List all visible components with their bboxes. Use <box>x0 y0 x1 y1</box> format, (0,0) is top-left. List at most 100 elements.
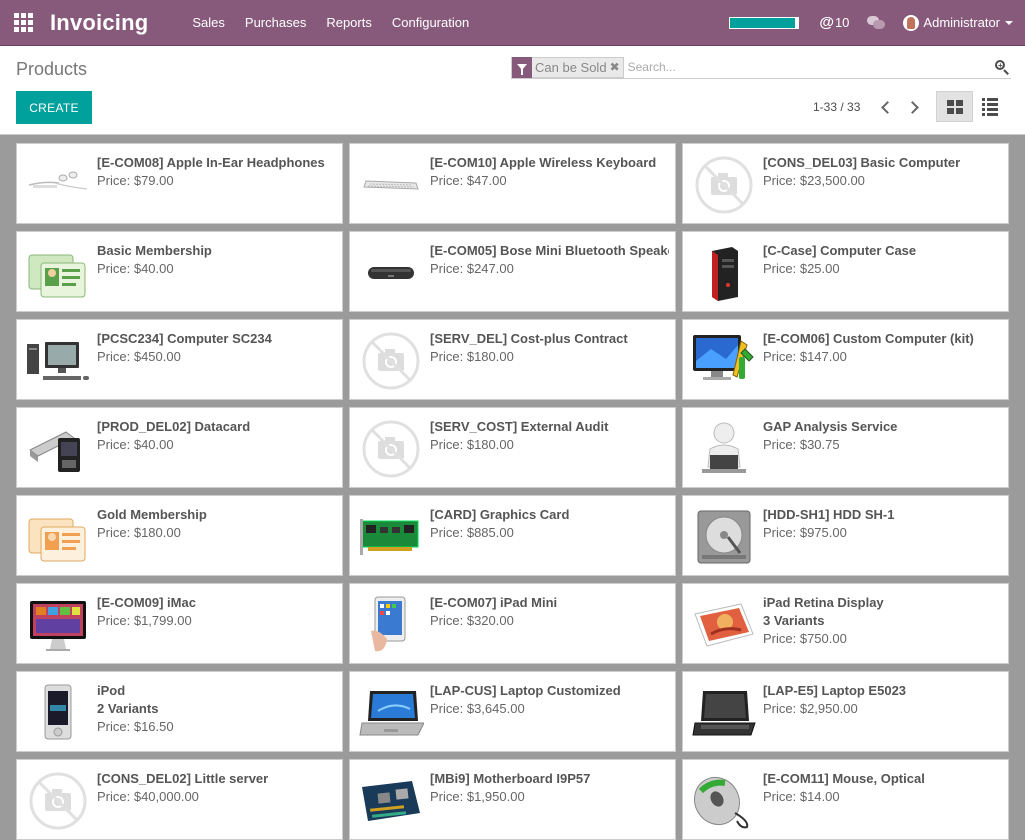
speaker-icon <box>356 238 426 308</box>
ipad-retina-icon <box>689 590 759 660</box>
list-view-button[interactable] <box>975 91 1005 122</box>
product-price: Price: $40.00 <box>97 437 174 452</box>
product-card[interactable]: GAP Analysis Service Price: $30.75 <box>682 407 1009 488</box>
product-name: [LAP-E5] Laptop E5023 <box>763 683 907 698</box>
product-card[interactable]: [E-COM11] Mouse, Optical Price: $14.00 <box>682 759 1009 840</box>
systray: @ 10 Administrator <box>729 0 1025 46</box>
kanban-view: [E-COM08] Apple In-Ear Headphones Price: … <box>0 135 1025 840</box>
search-bar: Can be Sold ✖ + <box>511 56 1011 79</box>
messages-button[interactable]: @ 10 <box>819 14 849 31</box>
product-name: [C-Case] Computer Case <box>763 243 917 258</box>
product-price: Price: $885.00 <box>430 525 514 540</box>
product-price: Price: $25.00 <box>763 261 840 276</box>
membership-green-icon <box>23 238 93 308</box>
product-info: [SERV_COST] External Audit Price: $180.00 <box>430 418 669 454</box>
product-info: [E-COM08] Apple In-Ear Headphones Price: … <box>97 154 336 190</box>
chat-icon[interactable] <box>867 15 886 30</box>
product-info: [LAP-CUS] Laptop Customized Price: $3,645… <box>430 682 669 718</box>
menu-configuration[interactable]: Configuration <box>382 0 479 46</box>
no-image-icon <box>689 150 759 220</box>
menu-reports[interactable]: Reports <box>316 0 382 46</box>
product-card[interactable]: Basic Membership Price: $40.00 <box>16 231 343 312</box>
product-card[interactable]: [MBi9] Motherboard I9P57 Price: $1,950.00 <box>349 759 676 840</box>
product-info: GAP Analysis Service Price: $30.75 <box>763 418 1002 454</box>
product-card[interactable]: Gold Membership Price: $180.00 <box>16 495 343 576</box>
product-card[interactable]: iPod 2 Variants Price: $16.50 <box>16 671 343 752</box>
product-info: [CONS_DEL03] Basic Computer Price: $23,50… <box>763 154 1002 190</box>
list-icon <box>982 97 998 116</box>
product-card[interactable]: [E-COM08] Apple In-Ear Headphones Price: … <box>16 143 343 224</box>
product-variants: 3 Variants <box>763 613 825 628</box>
product-card[interactable]: [E-COM05] Bose Mini Bluetooth Speaker Pri… <box>349 231 676 312</box>
computer-case-icon <box>689 238 759 308</box>
product-card[interactable]: [PROD_DEL02] Datacard Price: $40.00 <box>16 407 343 488</box>
product-card[interactable]: [E-COM09] iMac Price: $1,799.00 <box>16 583 343 664</box>
user-menu[interactable]: Administrator <box>903 14 1013 31</box>
no-image-icon <box>356 326 426 396</box>
product-info: [PCSC234] Computer SC234 Price: $450.00 <box>97 330 336 366</box>
product-info: iPad Retina Display 3 Variants Price: $750… <box>763 594 1002 648</box>
at-icon: @ <box>819 14 834 31</box>
product-price: Price: $180.00 <box>430 349 514 364</box>
product-card[interactable]: [E-COM10] Apple Wireless Keyboard Price: … <box>349 143 676 224</box>
search-options-icon[interactable]: + <box>993 58 1011 76</box>
pager-value[interactable]: 1-33 / 33 <box>813 100 860 114</box>
filter-facet[interactable]: Can be Sold ✖ <box>511 56 624 78</box>
product-price: Price: $40,000.00 <box>97 789 199 804</box>
product-card[interactable]: [LAP-CUS] Laptop Customized Price: $3,645… <box>349 671 676 752</box>
product-card[interactable]: [C-Case] Computer Case Price: $25.00 <box>682 231 1009 312</box>
product-price: Price: $79.00 <box>97 173 174 188</box>
laptop-blue-icon <box>356 678 426 748</box>
product-card[interactable]: iPad Retina Display 3 Variants Price: $750… <box>682 583 1009 664</box>
filter-icon <box>512 56 532 78</box>
product-info: [E-COM07] iPad Mini Price: $320.00 <box>430 594 669 630</box>
product-card[interactable]: [E-COM06] Custom Computer (kit) Price: $1… <box>682 319 1009 400</box>
product-name: [MBi9] Motherboard I9P57 <box>430 771 591 786</box>
imac-icon <box>23 590 93 660</box>
product-card[interactable]: [SERV_COST] External Audit Price: $180.00 <box>349 407 676 488</box>
graphics-card-icon <box>356 502 426 572</box>
product-name: [CONS_DEL03] Basic Computer <box>763 155 961 170</box>
apps-menu-icon[interactable] <box>0 0 46 46</box>
product-card[interactable]: [CARD] Graphics Card Price: $885.00 <box>349 495 676 576</box>
product-name: [E-COM08] Apple In-Ear Headphones <box>97 155 325 170</box>
product-name: [E-COM07] iPad Mini <box>430 595 558 610</box>
menu-sales[interactable]: Sales <box>182 0 235 46</box>
product-card[interactable]: [E-COM07] iPad Mini Price: $320.00 <box>349 583 676 664</box>
product-info: [CARD] Graphics Card Price: $885.00 <box>430 506 669 542</box>
product-info: [SERV_DEL] Cost-plus Contract Price: $180… <box>430 330 669 366</box>
progress-bar <box>729 16 800 29</box>
product-name: Basic Membership <box>97 243 212 258</box>
pager-next-icon[interactable] <box>905 98 925 118</box>
hdd-icon <box>689 502 759 572</box>
product-info: [C-Case] Computer Case Price: $25.00 <box>763 242 1002 278</box>
product-price: Price: $23,500.00 <box>763 173 865 188</box>
product-price: Price: $180.00 <box>430 437 514 452</box>
product-card[interactable]: [CONS_DEL03] Basic Computer Price: $23,50… <box>682 143 1009 224</box>
product-card[interactable]: [PCSC234] Computer SC234 Price: $450.00 <box>16 319 343 400</box>
product-info: [E-COM05] Bose Mini Bluetooth Speaker Pri… <box>430 242 669 278</box>
messages-count: 10 <box>834 15 850 30</box>
product-price: Price: $2,950.00 <box>763 701 858 716</box>
product-info: [LAP-E5] Laptop E5023 Price: $2,950.00 <box>763 682 1002 718</box>
pager-previous-icon[interactable] <box>876 98 896 118</box>
search-input[interactable] <box>627 60 993 74</box>
membership-gold-icon <box>23 502 93 572</box>
datacard-icon <box>23 414 93 484</box>
product-card[interactable]: [LAP-E5] Laptop E5023 Price: $2,950.00 <box>682 671 1009 752</box>
top-navbar: Invoicing Sales Purchases Reports Config… <box>0 0 1025 46</box>
product-card[interactable]: [HDD-SH1] HDD SH-1 Price: $975.00 <box>682 495 1009 576</box>
product-name: [SERV_DEL] Cost-plus Contract <box>430 331 628 346</box>
product-card[interactable]: [CONS_DEL02] Little server Price: $40,000… <box>16 759 343 840</box>
user-name: Administrator <box>923 15 1000 30</box>
remove-facet-icon[interactable]: ✖ <box>610 60 623 74</box>
menu-purchases[interactable]: Purchases <box>235 0 316 46</box>
kanban-view-button[interactable] <box>936 91 973 122</box>
product-name: iPod <box>97 683 126 698</box>
no-image-icon <box>356 414 426 484</box>
gap-analysis-icon <box>689 414 759 484</box>
product-card[interactable]: [SERV_DEL] Cost-plus Contract Price: $180… <box>349 319 676 400</box>
ipad-icon <box>356 590 426 660</box>
create-button[interactable]: CREATE <box>16 91 92 124</box>
product-name: [CONS_DEL02] Little server <box>97 771 269 786</box>
